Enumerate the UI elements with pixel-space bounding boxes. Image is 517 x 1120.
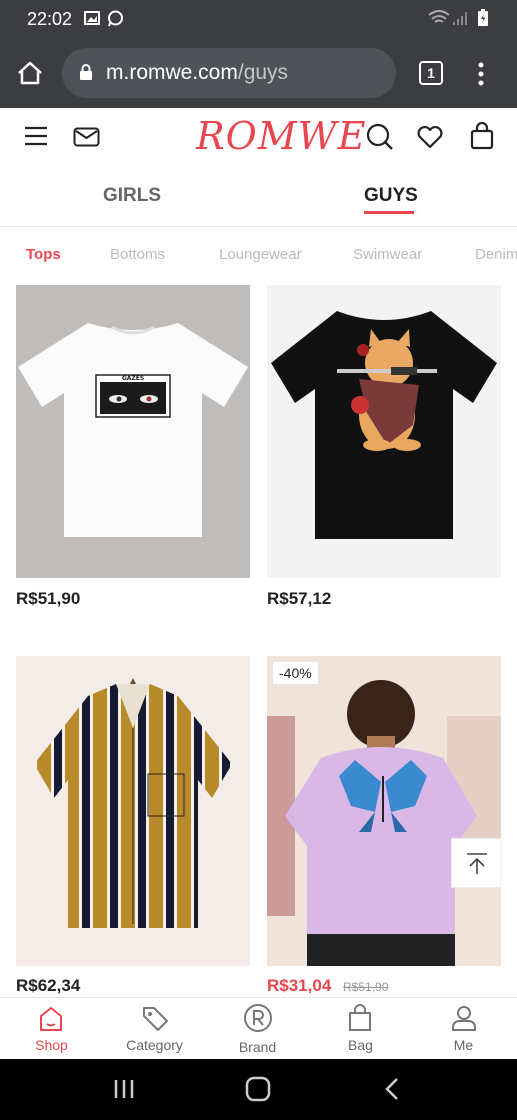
- nav-category[interactable]: Category: [103, 998, 206, 1060]
- battery-icon: [478, 9, 488, 26]
- mail-icon[interactable]: [73, 127, 100, 147]
- tab-count: 1: [427, 65, 435, 81]
- status-bar: 22:02: [0, 0, 517, 38]
- bag-icon[interactable]: [470, 122, 494, 150]
- product-image-white-tshirt[interactable]: GAZES: [16, 285, 250, 578]
- bag-icon: [349, 1004, 371, 1031]
- category-swimwear[interactable]: Swimwear: [353, 246, 422, 263]
- divider: [0, 226, 517, 227]
- lock-icon: [80, 64, 92, 80]
- user-icon: [452, 1006, 476, 1031]
- nav-shop-label: Shop: [35, 1037, 68, 1053]
- whatsapp-icon: [108, 10, 123, 27]
- nav-bag-label: Bag: [348, 1037, 373, 1053]
- hamburger-menu-icon[interactable]: [24, 126, 48, 146]
- signal-icon: [453, 12, 467, 25]
- category-tops[interactable]: Tops: [26, 246, 61, 263]
- address-bar[interactable]: m.romwe.com/guys: [62, 48, 396, 98]
- print-text: GAZES: [122, 375, 144, 382]
- nav-me-label: Me: [453, 1037, 474, 1053]
- product-price: R$57,12: [267, 589, 332, 608]
- tag-icon: [143, 1007, 168, 1031]
- bottom-navigation: Shop Category Brand Bag Me: [0, 997, 517, 1060]
- black-tshirt-illustration: [271, 311, 497, 539]
- category-loungewear[interactable]: Loungewear: [219, 246, 302, 263]
- white-tshirt-illustration: GAZES: [18, 323, 248, 537]
- android-navigation-bar: [0, 1059, 517, 1120]
- category-denim[interactable]: Denim: [475, 246, 517, 263]
- home-icon[interactable]: [17, 61, 43, 85]
- striped-shirt-illustration: [34, 678, 232, 928]
- wifi-icon: [428, 10, 450, 23]
- url-text: m.romwe.com/guys: [106, 61, 288, 85]
- brand-r-icon: [244, 1004, 272, 1032]
- tab-guys[interactable]: GUYS: [364, 185, 418, 207]
- more-menu-icon[interactable]: [477, 61, 485, 87]
- recent-apps-icon[interactable]: [112, 1078, 136, 1100]
- url-path: /guys: [237, 61, 289, 84]
- nav-category-label: Category: [126, 1037, 183, 1053]
- nav-shop[interactable]: Shop: [0, 998, 103, 1060]
- nav-brand-label: Brand: [238, 1039, 277, 1055]
- arrow-up-icon: [467, 853, 487, 874]
- romwe-logo[interactable]: ROMWE: [196, 114, 366, 158]
- nav-me[interactable]: Me: [412, 998, 515, 1060]
- nav-brand[interactable]: Brand: [206, 998, 309, 1060]
- product-image-striped-shirt[interactable]: [16, 656, 250, 966]
- back-to-top-button[interactable]: [451, 838, 501, 888]
- butterfly-tshirt-illustration: [267, 680, 501, 966]
- product-price: R$62,34: [16, 976, 81, 995]
- browser-toolbar: m.romwe.com/guys 1: [0, 38, 517, 108]
- gallery-icon: [84, 11, 100, 25]
- category-bottoms[interactable]: Bottoms: [110, 246, 165, 263]
- product-original-price: R$51,90: [343, 980, 389, 994]
- product-sale-price: R$31,04: [267, 976, 332, 995]
- back-icon[interactable]: [384, 1077, 400, 1101]
- product-image-butterfly-tshirt[interactable]: -40%: [267, 656, 501, 966]
- home-button-icon[interactable]: [245, 1076, 271, 1102]
- tab-girls[interactable]: GIRLS: [103, 185, 161, 207]
- discount-badge: -40%: [273, 662, 318, 684]
- tab-switcher-button[interactable]: 1: [419, 61, 443, 85]
- url-domain: m.romwe.com: [106, 61, 238, 84]
- product-image-black-cat-tshirt[interactable]: [267, 285, 501, 578]
- nav-bag[interactable]: Bag: [309, 998, 412, 1060]
- search-icon[interactable]: [366, 123, 394, 151]
- active-tab-indicator: [364, 211, 414, 214]
- heart-icon[interactable]: [416, 125, 444, 149]
- site-header: ROMWE: [0, 108, 517, 168]
- product-price: R$51,90: [16, 589, 81, 608]
- status-time: 22:02: [27, 9, 73, 29]
- shop-icon: [40, 1007, 62, 1031]
